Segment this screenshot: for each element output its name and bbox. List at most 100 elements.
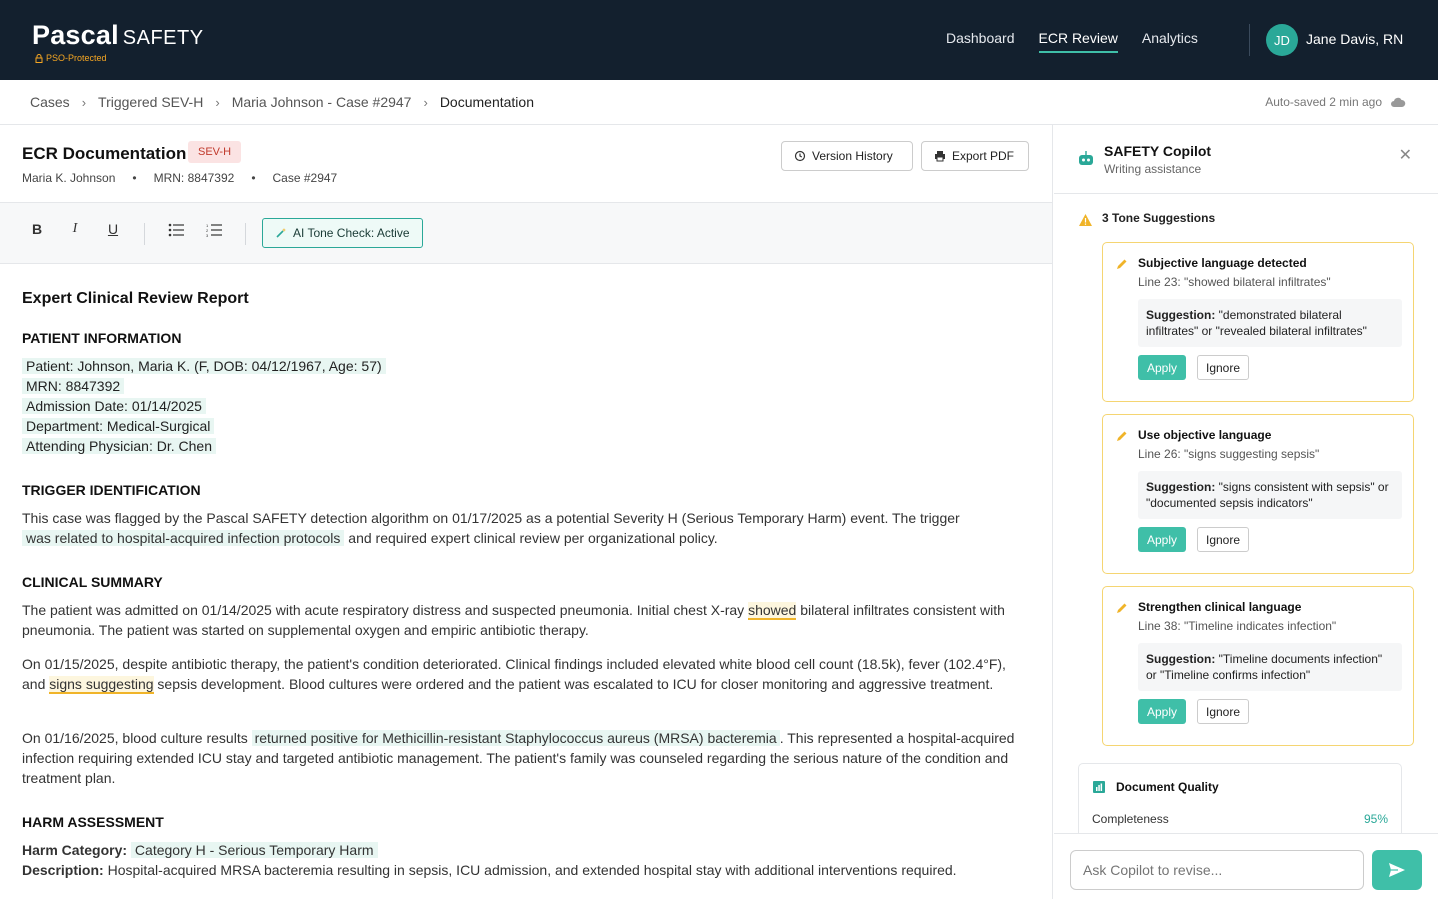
completeness-label: Completeness (1092, 812, 1169, 826)
cloud-icon (1391, 97, 1406, 107)
trigger-paragraph: This case was flagged by the Pascal SAFE… (22, 510, 960, 546)
logo-main-text: Pascal (32, 20, 119, 50)
chart-icon (1093, 781, 1105, 793)
suggestion-title: Subjective language detected (1138, 256, 1307, 270)
suggestion-card: Use objective language Line 26: "signs s… (1102, 414, 1414, 574)
avatar[interactable]: JD (1266, 24, 1298, 56)
editor-panel: ECR Documentation SEV-H Maria K. Johnson… (0, 125, 1053, 899)
underline-button[interactable]: U (103, 221, 123, 237)
export-pdf-label: Export PDF (952, 149, 1015, 163)
version-history-label: Version History (812, 149, 893, 163)
close-icon[interactable]: ✕ (1399, 145, 1412, 165)
magic-wand-icon (276, 228, 286, 238)
harm-category-line: Harm Category: Category H - Serious Temp… (22, 840, 1032, 860)
patient-info-line: Admission Date: 01/14/2025 (22, 396, 206, 416)
breadcrumb-cases[interactable]: Cases (30, 94, 70, 110)
top-navbar: Pascal SAFETY PSO-Protected Dashboard EC… (0, 0, 1438, 80)
main-nav: Dashboard ECR Review Analytics (946, 30, 1198, 53)
autosave-status: Auto-saved 2 min ago (1265, 95, 1406, 109)
patient-info-line: Department: Medical-Surgical (22, 416, 215, 436)
user-name[interactable]: Jane Davis, RN (1306, 31, 1403, 47)
chevron-right-icon: › (423, 94, 428, 110)
report-title: Expert Clinical Review Report (22, 290, 249, 307)
case-number: Case #2947 (272, 171, 338, 185)
export-pdf-button[interactable]: Export PDF (921, 141, 1029, 171)
apply-button[interactable]: Apply (1138, 699, 1187, 724)
bold-button[interactable]: B (27, 221, 47, 237)
severity-badge: SEV-H (188, 141, 242, 163)
patient-info-line: MRN: 8847392 (22, 376, 125, 396)
document-header: ECR Documentation SEV-H Maria K. Johnson… (0, 125, 1052, 203)
send-button[interactable] (1372, 850, 1422, 890)
robot-icon (1079, 151, 1093, 165)
breadcrumb-case[interactable]: Maria Johnson - Case #2947 (232, 94, 412, 110)
harm-category-value: Category H - Serious Temporary Harm (130, 842, 378, 858)
nav-divider (1249, 24, 1250, 56)
svg-text:3: 3 (206, 233, 209, 237)
pso-badge: PSO-Protected (35, 53, 107, 63)
nav-ecr-review[interactable]: ECR Review (1038, 30, 1118, 53)
clinical-paragraph-3: On 01/16/2025, blood culture results ret… (22, 730, 1015, 786)
pencil-icon (1117, 259, 1127, 269)
suggestion-line: Line 23: "showed bilateral infiltrates" (1138, 275, 1331, 289)
copilot-title: SAFETY Copilot (1104, 143, 1212, 159)
suggestion-title: Strengthen clinical language (1138, 600, 1302, 614)
document-quality-card: Document Quality Completeness 95% (1078, 763, 1402, 843)
autosave-text: Auto-saved 2 min ago (1265, 95, 1382, 109)
copilot-subtitle: Writing assistance (1104, 162, 1202, 176)
ai-tone-label: AI Tone Check: Active (293, 226, 410, 240)
printer-icon (935, 151, 945, 162)
nav-dashboard[interactable]: Dashboard (946, 30, 1015, 53)
breadcrumb-current: Documentation (439, 94, 534, 110)
send-icon (1389, 863, 1405, 877)
suggestion-text: Suggestion: "Timeline documents infectio… (1138, 643, 1402, 691)
completeness-value: 95% (1363, 812, 1388, 826)
suggestion-card: Strengthen clinical language Line 38: "T… (1102, 586, 1414, 746)
numbered-list-icon[interactable]: 123 (204, 223, 224, 240)
ignore-button[interactable]: Ignore (1197, 527, 1250, 552)
bullet-list-icon[interactable] (166, 223, 186, 240)
breadcrumb-triggered[interactable]: Triggered SEV-H (98, 94, 203, 110)
patient-name: Maria K. Johnson (22, 171, 116, 185)
flagged-phrase[interactable]: showed (748, 602, 797, 620)
copilot-input-bar (1054, 833, 1438, 899)
version-history-button[interactable]: Version History (781, 141, 913, 171)
flagged-phrase[interactable]: signs suggesting (49, 676, 154, 694)
toolbar-divider (144, 223, 145, 245)
tone-suggestions-heading: 3 Tone Suggestions (1102, 211, 1216, 225)
ignore-button[interactable]: Ignore (1197, 355, 1250, 380)
pso-label: PSO-Protected (46, 53, 107, 63)
apply-button[interactable]: Apply (1138, 355, 1187, 380)
suggestion-text: Suggestion: "signs consistent with sepsi… (1138, 471, 1402, 519)
chevron-right-icon: › (215, 94, 220, 110)
quality-title: Document Quality (1116, 780, 1219, 794)
ai-tone-check-toggle[interactable]: AI Tone Check: Active (262, 218, 423, 248)
logo-sub-text: SAFETY (122, 27, 204, 49)
patient-info-line: Attending Physician: Dr. Chen (22, 436, 216, 456)
clinical-paragraph-1: The patient was admitted on 01/14/2025 w… (22, 602, 1005, 638)
pencil-icon (1117, 603, 1127, 613)
ask-copilot-input[interactable] (1070, 850, 1364, 890)
toolbar-divider (245, 223, 246, 245)
suggestion-line: Line 38: "Timeline indicates infection" (1138, 619, 1337, 633)
harm-assessment-heading: HARM ASSESSMENT (22, 814, 164, 830)
harm-description-line: Description: Hospital-acquired MRSA bact… (22, 862, 957, 878)
clinical-summary-heading: CLINICAL SUMMARY (22, 574, 163, 590)
nav-analytics[interactable]: Analytics (1142, 30, 1198, 53)
history-icon (794, 150, 806, 162)
highlight-span: was related to hospital-acquired infecti… (22, 530, 345, 546)
patient-info-heading: PATIENT INFORMATION (22, 330, 182, 346)
page-title: ECR Documentation (22, 144, 187, 163)
app-logo[interactable]: Pascal SAFETY (32, 20, 204, 51)
pencil-icon (1117, 431, 1127, 441)
highlight-span: returned positive for Methicillin-resist… (251, 730, 780, 746)
ignore-button[interactable]: Ignore (1197, 699, 1250, 724)
mrn-value: MRN: 8847392 (153, 171, 235, 185)
patient-info-line: Patient: Johnson, Maria K. (F, DOB: 04/1… (22, 356, 386, 376)
suggestion-title: Use objective language (1138, 428, 1272, 442)
suggestion-text: Suggestion: "demonstrated bilateral infi… (1138, 299, 1402, 347)
apply-button[interactable]: Apply (1138, 527, 1187, 552)
italic-button[interactable]: I (65, 221, 85, 237)
copilot-header: SAFETY Copilot Writing assistance ✕ (1054, 125, 1438, 194)
meta-separator: • (251, 171, 256, 185)
